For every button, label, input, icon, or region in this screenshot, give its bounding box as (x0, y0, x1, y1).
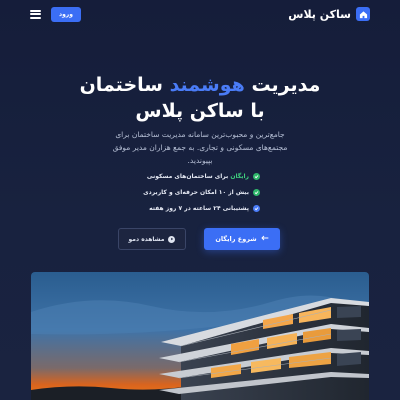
feature-label: رایگان برای ساختمان‌های مسکونی (146, 172, 249, 180)
feature-label: بیش از ۱۰ امکان حرفه‌ای و کاربردی (143, 188, 249, 196)
building-logo-icon (356, 7, 370, 21)
header-actions: ورود (30, 6, 81, 22)
feature-item-support: پشتیبانی ۲۴ ساعته در ۷ روز هفته (140, 200, 260, 216)
feature-label: پشتیبانی ۲۴ ساعته در ۷ روز هفته (149, 204, 249, 212)
check-icon (253, 204, 260, 212)
demo-button[interactable]: مشاهده دمو (118, 228, 186, 250)
arrow-left-icon (261, 235, 269, 243)
hero-title-line2: با ساکن پلاس (135, 100, 265, 122)
hero-description: جامع‌ترین و محبوب‌ترین سامانه مدیریت ساخ… (112, 130, 288, 165)
feature-item-tools: بیش از ۱۰ امکان حرفه‌ای و کاربردی (140, 184, 260, 200)
start-free-button[interactable]: شروع رایگان (204, 228, 280, 250)
building-photo (31, 272, 369, 400)
login-button[interactable]: ورود (51, 6, 81, 22)
start-button-label: شروع رایگان (215, 235, 257, 243)
landing-page: ورود ساکن پلاس مدیریت هوشمند ساختمان با … (0, 0, 400, 400)
hero-title-part1: مدیریت (244, 74, 321, 96)
top-header: ورود ساکن پلاس (0, 0, 400, 28)
feature-list: رایگان برای ساختمان‌های مسکونی بیش از ۱۰… (140, 168, 260, 216)
feature-item-free: رایگان برای ساختمان‌های مسکونی (140, 168, 260, 184)
play-icon (168, 235, 176, 243)
hero-title-part2: ساختمان (79, 74, 170, 96)
brand-name: ساکن پلاس (288, 7, 351, 21)
check-icon (253, 172, 260, 180)
check-icon (253, 188, 260, 196)
brand[interactable]: ساکن پلاس (288, 7, 370, 21)
hamburger-menu-icon[interactable] (30, 9, 41, 19)
hero-title: مدیریت هوشمند ساختمان با ساکن پلاس (0, 72, 400, 124)
demo-button-label: مشاهده دمو (128, 235, 165, 243)
hero-title-accent: هوشمند (169, 74, 245, 96)
cta-buttons: مشاهده دمو شروع رایگان (118, 228, 280, 250)
